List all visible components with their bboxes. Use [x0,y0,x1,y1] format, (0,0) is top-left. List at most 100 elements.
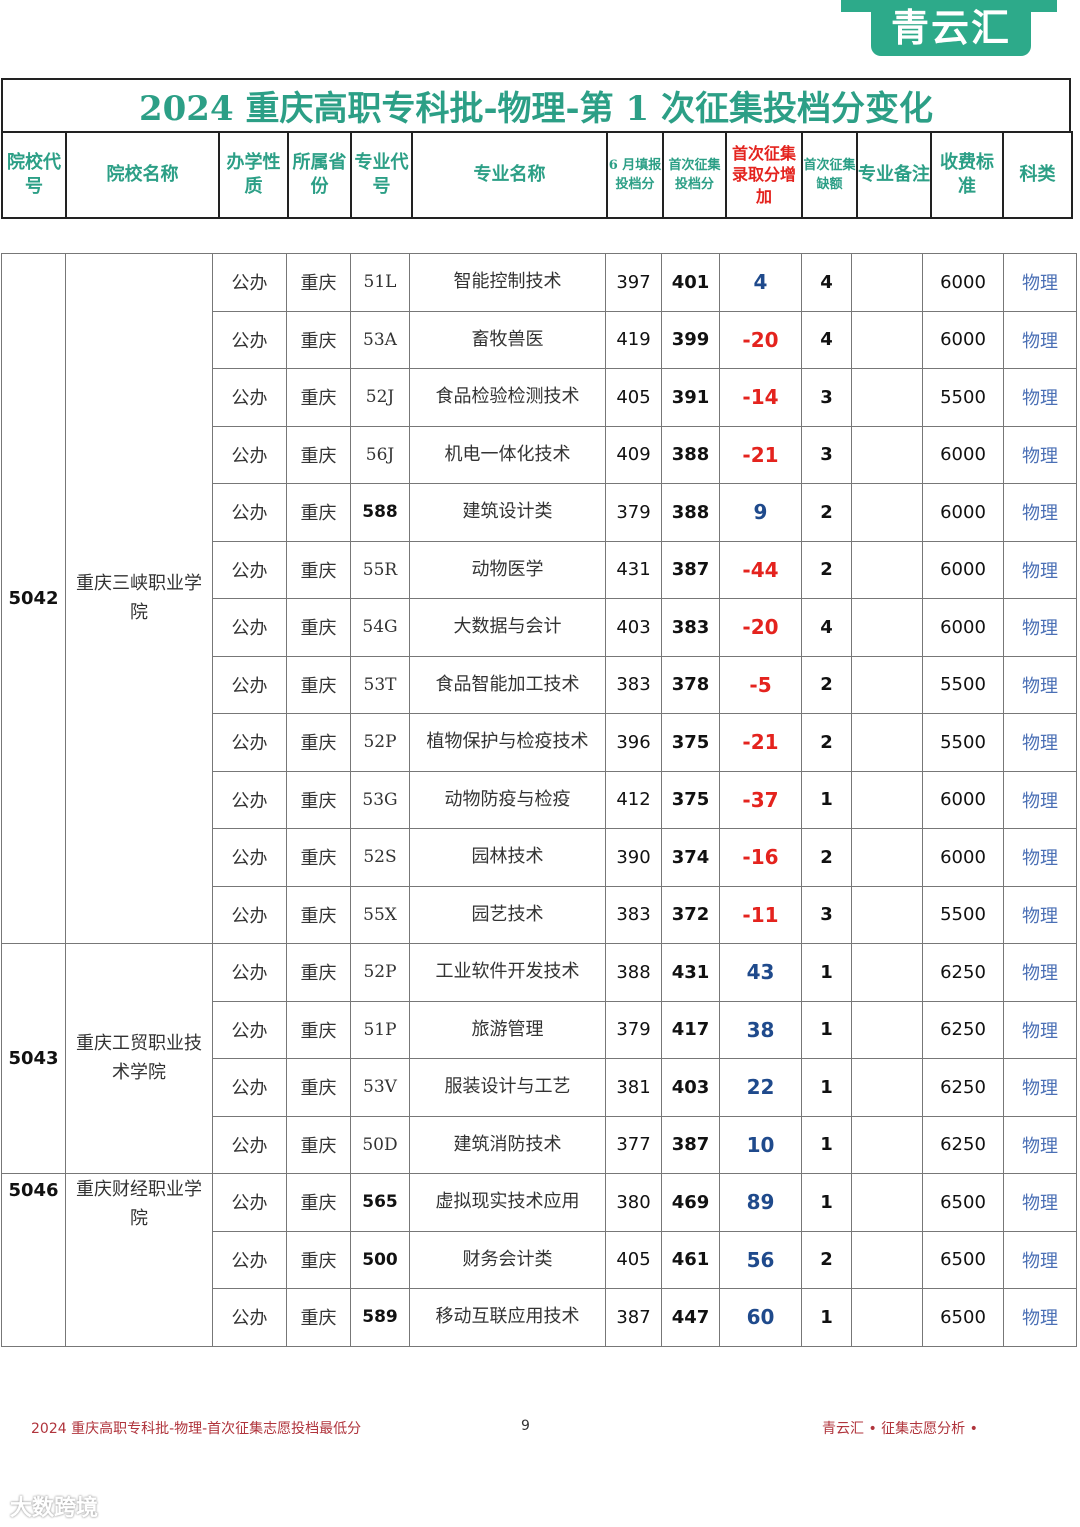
major-name-cell: 畜牧兽医 [409,310,606,369]
vacancy-cell: 2 [801,828,852,887]
fee-cell: 6000 [922,770,1004,829]
major-name-cell: 食品智能加工技术 [409,655,606,714]
vacancy-cell: 1 [801,1288,852,1347]
subject-cell: 物理 [1003,1058,1077,1117]
nature-cell: 公办 [212,1000,287,1059]
vacancy-cell: 4 [801,598,852,657]
header-province: 所属省份 [287,131,352,219]
note-cell [851,1173,923,1232]
nature-cell: 公办 [212,713,287,772]
major-name-cell: 财务会计类 [409,1230,606,1289]
nature-cell: 公办 [212,598,287,657]
increase-cell: -37 [719,770,802,829]
table-header: 院校代号 院校名称 办学性质 所属省份 专业代号 专业名称 6 月填报投档分 首… [1,131,1073,219]
province-cell: 重庆 [286,1115,351,1174]
major-code-cell: 53A [350,310,410,369]
province-cell: 重庆 [286,483,351,542]
first-score-cell: 417 [661,1000,720,1059]
subject-cell: 物理 [1003,1115,1077,1174]
vacancy-cell: 1 [801,1173,852,1232]
major-code-cell: 589 [350,1288,410,1347]
major-code-cell: 565 [350,1173,410,1232]
nature-cell: 公办 [212,253,287,312]
major-code-cell: 52P [350,713,410,772]
note-cell [851,540,923,599]
increase-cell: -11 [719,885,802,944]
june-score-cell: 405 [605,368,662,427]
major-code-cell: 53V [350,1058,410,1117]
fee-cell: 6000 [922,540,1004,599]
increase-cell: -14 [719,368,802,427]
increase-cell: 4 [719,253,802,312]
fee-cell: 6250 [922,1058,1004,1117]
header-subject: 科类 [1002,131,1073,219]
june-score-cell: 412 [605,770,662,829]
june-score-cell: 381 [605,1058,662,1117]
first-score-cell: 388 [661,483,720,542]
fee-cell: 6500 [922,1173,1004,1232]
subject-cell: 物理 [1003,943,1077,1002]
vacancy-cell: 2 [801,540,852,599]
major-name-cell: 动物医学 [409,540,606,599]
header-first-score: 首次征集投档分 [662,131,727,219]
first-score-cell: 391 [661,368,720,427]
nature-cell: 公办 [212,885,287,944]
province-cell: 重庆 [286,1000,351,1059]
major-code-cell: 56J [350,425,410,484]
first-score-cell: 378 [661,655,720,714]
note-cell [851,655,923,714]
school-name: 重庆财经职业学院 [65,1173,213,1347]
fee-cell: 6000 [922,310,1004,369]
school-code: 5043 [1,943,66,1174]
province-cell: 重庆 [286,1288,351,1347]
header-note: 专业备注 [856,131,932,219]
major-code-cell: 52S [350,828,410,887]
subject-cell: 物理 [1003,253,1077,312]
nature-cell: 公办 [212,770,287,829]
subject-cell: 物理 [1003,425,1077,484]
vacancy-cell: 1 [801,770,852,829]
major-name-cell: 动物防疫与检疫 [409,770,606,829]
province-cell: 重庆 [286,540,351,599]
june-score-cell: 377 [605,1115,662,1174]
province-cell: 重庆 [286,598,351,657]
subject-cell: 物理 [1003,885,1077,944]
major-code-cell: 55R [350,540,410,599]
nature-cell: 公办 [212,1115,287,1174]
major-code-cell: 54G [350,598,410,657]
nature-cell: 公办 [212,655,287,714]
note-cell [851,770,923,829]
fee-cell: 6000 [922,425,1004,484]
increase-cell: 22 [719,1058,802,1117]
school-code: 5042 [1,253,66,944]
fee-cell: 5500 [922,713,1004,772]
vacancy-cell: 2 [801,483,852,542]
first-score-cell: 469 [661,1173,720,1232]
increase-cell: 38 [719,1000,802,1059]
fee-cell: 6000 [922,253,1004,312]
province-cell: 重庆 [286,310,351,369]
school-code: 5046 [1,1173,66,1347]
province-cell: 重庆 [286,1230,351,1289]
nature-cell: 公办 [212,1230,287,1289]
major-name-cell: 智能控制技术 [409,253,606,312]
province-cell: 重庆 [286,425,351,484]
header-school-code: 院校代号 [1,131,67,219]
major-code-cell: 50D [350,1115,410,1174]
major-name-cell: 移动互联应用技术 [409,1288,606,1347]
note-cell [851,368,923,427]
vacancy-cell: 2 [801,655,852,714]
province-cell: 重庆 [286,368,351,427]
increase-cell: -21 [719,425,802,484]
vacancy-cell: 3 [801,885,852,944]
province-cell: 重庆 [286,1058,351,1117]
first-score-cell: 375 [661,713,720,772]
note-cell [851,483,923,542]
first-score-cell: 372 [661,885,720,944]
first-score-cell: 461 [661,1230,720,1289]
header-increase: 首次征集录取分增加 [725,131,803,219]
june-score-cell: 383 [605,655,662,714]
vacancy-cell: 1 [801,1115,852,1174]
nature-cell: 公办 [212,943,287,1002]
june-score-cell: 380 [605,1173,662,1232]
